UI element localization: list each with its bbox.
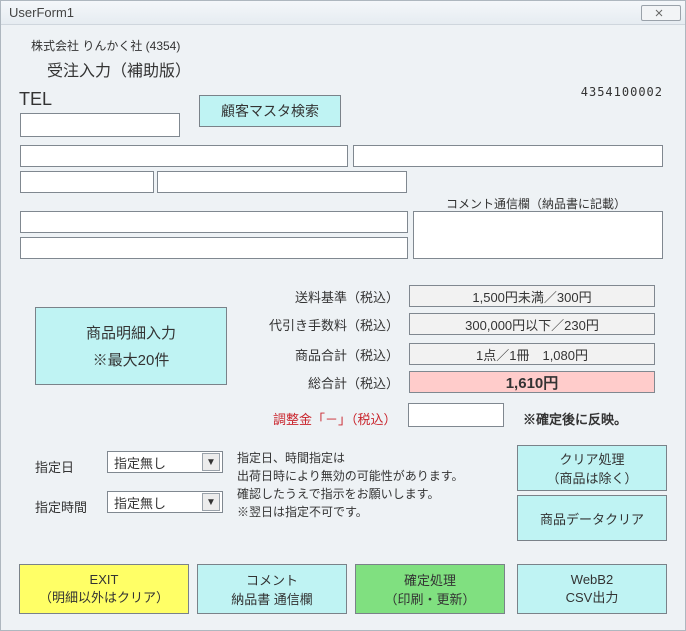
window-title: UserForm1 [9, 5, 74, 20]
clear-except-items-l1: クリア処理 [559, 449, 624, 468]
exit-l1: EXIT [90, 572, 119, 587]
delivery-time-value: 指定無し [114, 493, 166, 512]
clear-except-items-l2: （商品は除く） [546, 468, 637, 487]
total-value: 1,610円 [409, 371, 655, 393]
csv-export-button[interactable]: WebB2 CSV出力 [517, 564, 667, 614]
note-line-4: ※翌日は指定不可です。 [237, 503, 497, 521]
csv-l2: CSV出力 [566, 587, 619, 606]
cod-fee-value: 300,000円以下／230円 [409, 313, 655, 335]
delivery-date-select[interactable]: 指定無し ▼ [107, 451, 223, 473]
comment-l1: コメント [246, 570, 298, 589]
address-field-2[interactable] [20, 237, 408, 259]
item-detail-entry-l2: ※最大20件 [93, 349, 170, 370]
comment-l2: 納品書 通信欄 [231, 589, 313, 608]
clear-items-label: 商品データクリア [540, 509, 644, 528]
clear-except-items-button[interactable]: クリア処理 （商品は除く） [517, 445, 667, 491]
bottom-buttons: EXIT （明細以外はクリア） コメント 納品書 通信欄 確定処理 （印刷・更新… [19, 564, 667, 614]
note-line-1: 指定日、時間指定は [237, 449, 497, 467]
tel-label: TEL [19, 89, 52, 110]
confirm-l1: 確定処理 [404, 570, 456, 589]
adjustment-input[interactable] [408, 403, 504, 427]
app-window: UserForm1 株式会社 りんかく社 (4354) 受注入力（補助版） TE… [0, 0, 686, 631]
shipping-fee-label: 送料基準（税込） [269, 287, 399, 306]
delivery-time-select[interactable]: 指定無し ▼ [107, 491, 223, 513]
comment-textarea[interactable] [413, 211, 663, 259]
delivery-date-value: 指定無し [114, 453, 166, 472]
exit-l2: （明細以外はクリア） [39, 587, 169, 606]
clear-items-button[interactable]: 商品データクリア [517, 495, 667, 541]
subtotal-label: 商品合計（税込） [269, 345, 399, 364]
chevron-down-icon: ▼ [202, 453, 220, 471]
csv-l1: WebB2 [571, 572, 613, 587]
adjustment-label: 調整金「－」（税込） [273, 409, 397, 428]
delivery-time-label: 指定時間 [35, 497, 87, 516]
serial-number: 4354100002 [581, 85, 663, 99]
exit-button[interactable]: EXIT （明細以外はクリア） [19, 564, 189, 614]
right-buttons: クリア処理 （商品は除く） 商品データクリア [517, 445, 667, 541]
customer-field-2a[interactable] [20, 171, 154, 193]
customer-field-1b[interactable] [353, 145, 663, 167]
total-label: 総合計（税込） [269, 373, 399, 392]
adjustment-note: ※確定後に反映。 [523, 409, 627, 428]
cod-fee-label: 代引き手数料（税込） [269, 315, 399, 334]
close-icon [654, 9, 668, 17]
address-field-1[interactable] [20, 211, 408, 233]
note-line-3: 確認したうえで指示をお願いします。 [237, 485, 497, 503]
customer-search-button[interactable]: 顧客マスタ検索 [199, 95, 341, 127]
customer-search-label: 顧客マスタ検索 [221, 101, 319, 121]
titlebar: UserForm1 [1, 1, 685, 25]
notes-block: 指定日、時間指定は 出荷日時により無効の可能性があります。 確認したうえで指示を… [237, 449, 497, 521]
content-area: 株式会社 りんかく社 (4354) 受注入力（補助版） TEL 43541000… [1, 25, 685, 630]
customer-field-1a[interactable] [20, 145, 348, 167]
confirm-button[interactable]: 確定処理 （印刷・更新） [355, 564, 505, 614]
confirm-l2: （印刷・更新） [384, 589, 475, 608]
comment-button[interactable]: コメント 納品書 通信欄 [197, 564, 347, 614]
note-line-2: 出荷日時により無効の可能性があります。 [237, 467, 497, 485]
shipping-fee-value: 1,500円未満／300円 [409, 285, 655, 307]
page-title: 受注入力（補助版） [47, 57, 191, 81]
tel-input[interactable] [20, 113, 180, 137]
close-button[interactable] [641, 5, 681, 21]
subtotal-value: 1点／1冊 1,080円 [409, 343, 655, 365]
company-label: 株式会社 りんかく社 (4354) [31, 37, 180, 54]
chevron-down-icon: ▼ [202, 493, 220, 511]
item-detail-entry-button[interactable]: 商品明細入力 ※最大20件 [35, 307, 227, 385]
delivery-date-label: 指定日 [35, 457, 74, 476]
customer-field-2b[interactable] [157, 171, 407, 193]
item-detail-entry-l1: 商品明細入力 [86, 322, 176, 343]
comment-section-label: コメント通信欄（納品書に記載） [446, 195, 626, 212]
